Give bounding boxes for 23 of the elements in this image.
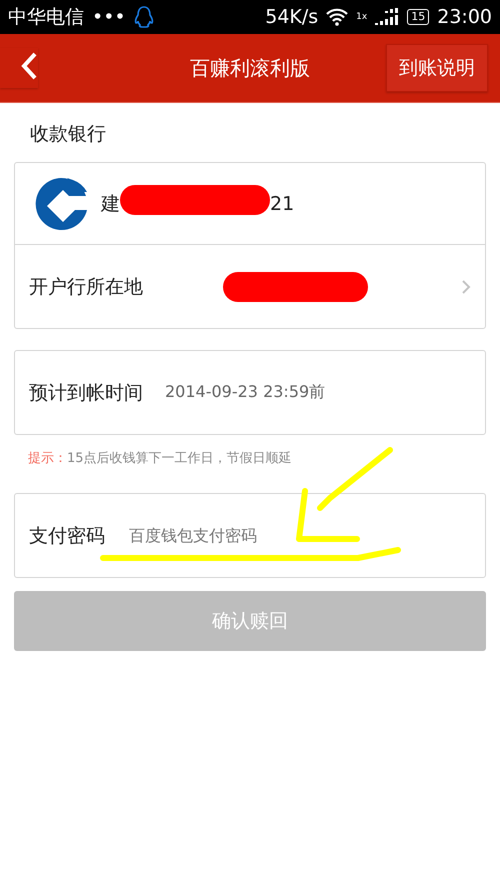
- penguin-icon: [134, 5, 154, 29]
- password-label: 支付密码: [29, 524, 105, 548]
- page-title: 百赚利滚利版: [189, 54, 311, 82]
- network-type: 1x: [356, 12, 368, 22]
- bank-name: 建: [101, 192, 120, 216]
- back-icon: [20, 50, 38, 80]
- arrival-time: 2014-09-23 23:59前: [165, 382, 326, 403]
- network-speed: 54K/s: [265, 6, 318, 28]
- arrival-info-button[interactable]: 到账说明: [386, 44, 488, 92]
- arrival-label: 预计到帐时间: [29, 380, 143, 406]
- battery-level: 15: [407, 9, 430, 25]
- clock-time: 23:00: [437, 6, 492, 28]
- chevron-icon: [461, 278, 471, 294]
- wifi-icon: [326, 8, 348, 26]
- signal-icon: [375, 8, 400, 26]
- location-label: 开户行所在地: [29, 274, 143, 300]
- section-heading: 收款银行: [29, 122, 107, 143]
- bank-logo-icon: [33, 176, 89, 232]
- account-number-end: 21: [270, 192, 294, 214]
- location-row[interactable]: 开户行所在地: [15, 245, 485, 328]
- hint-text: 提示：15点后收钱算下一工作日，节假日顺延: [27, 450, 293, 465]
- carrier-name: 中华电信: [8, 5, 84, 30]
- notification-dots: •••: [92, 6, 126, 28]
